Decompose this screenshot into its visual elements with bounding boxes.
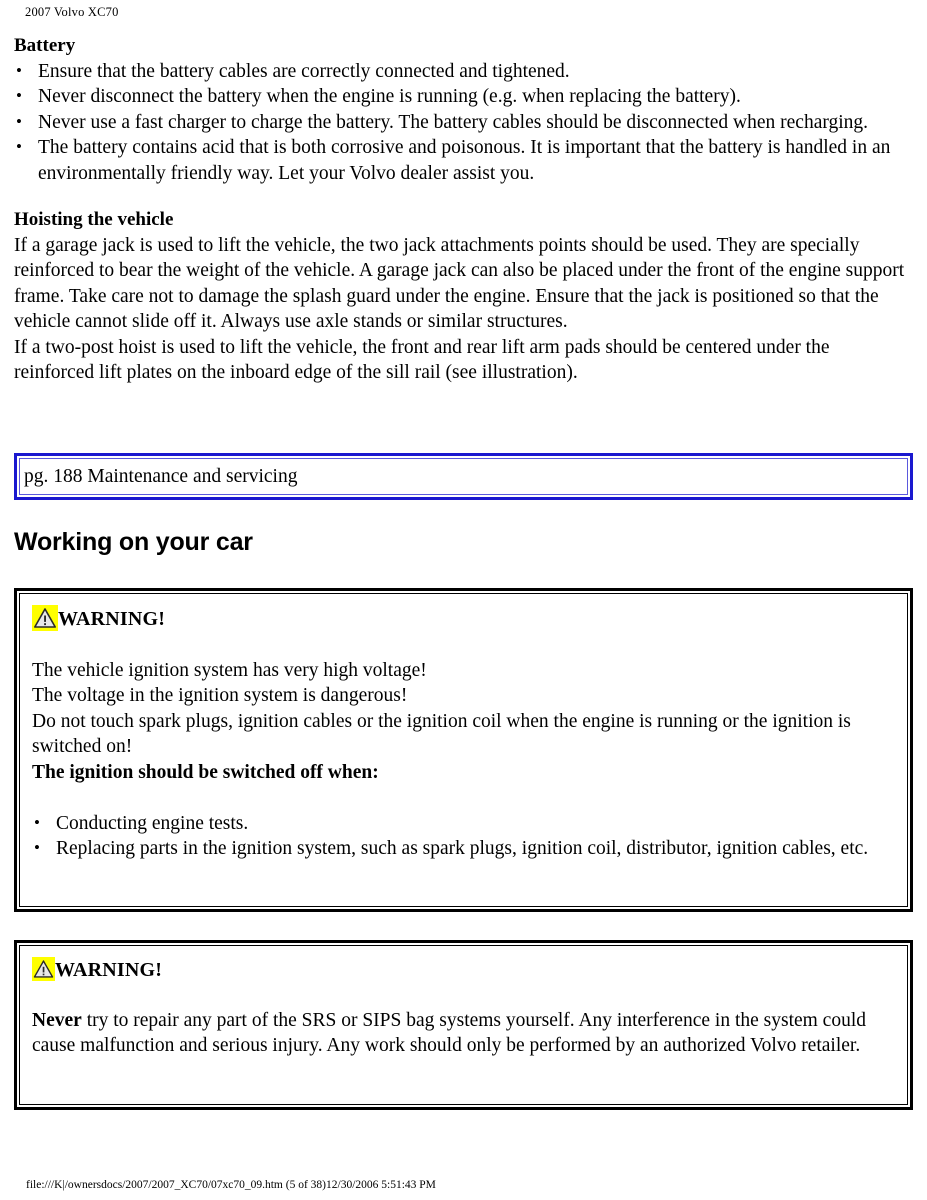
document-page: 2007 Volvo XC70 Battery Ensure that the … [0, 0, 927, 1200]
list-item: Replacing parts in the ignition system, … [32, 835, 895, 861]
list-item: Never disconnect the battery when the en… [14, 83, 913, 109]
page-reference-box-inner: pg. 188 Maintenance and servicing [19, 458, 908, 495]
warning-label: WARNING! [58, 608, 166, 630]
warning-header: WARNING! [32, 605, 895, 631]
page-reference-text: pg. 188 Maintenance and servicing [24, 465, 298, 487]
warning-header: WARNING! [32, 957, 895, 981]
document-body: Battery Ensure that the battery cables a… [14, 34, 913, 385]
page-title: Working on your car [14, 528, 253, 556]
page-running-header: 2007 Volvo XC70 [25, 5, 119, 19]
warning-triangle-icon [32, 957, 55, 981]
warning-paragraph-text: try to repair any part of the SRS or SIP… [32, 1010, 867, 1057]
list-item: Ensure that the battery cables are corre… [14, 58, 913, 84]
list-item: Never use a fast charger to charge the b… [14, 109, 913, 135]
warning-line: The voltage in the ignition system is da… [32, 685, 408, 707]
warning-spacer [32, 785, 895, 811]
hoisting-paragraph-2: If a two-post hoist is used to lift the … [14, 336, 830, 384]
list-item: Conducting engine tests. [32, 810, 895, 836]
warning-spacer [32, 631, 895, 658]
warning-emphasis-line: The ignition should be switched off when… [32, 761, 379, 783]
warning-box-srs-sips: WARNING! Never try to repair any part of… [14, 940, 913, 1110]
warning-triangle-icon [32, 605, 58, 631]
warning-body: The vehicle ignition system has very hig… [32, 658, 895, 785]
page-reference-box[interactable]: pg. 188 Maintenance and servicing [14, 453, 913, 500]
warning-paragraph: Never try to repair any part of the SRS … [32, 1008, 895, 1059]
warning-label: WARNING! [55, 959, 163, 981]
hoisting-paragraph-1: If a garage jack is used to lift the veh… [14, 235, 905, 333]
warning-body: Never try to repair any part of the SRS … [32, 1008, 895, 1059]
hoisting-section-heading: Hoisting the vehicle [14, 209, 174, 231]
warning-box-ignition: WARNING! The vehicle ignition system has… [14, 588, 913, 912]
battery-bullet-list: Ensure that the battery cables are corre… [14, 58, 913, 186]
page-footer-path: file:///K|/ownersdocs/2007/2007_XC70/07x… [26, 1179, 436, 1191]
warning-line: Do not touch spark plugs, ignition cable… [32, 710, 851, 758]
warning-lead-word: Never [32, 1010, 82, 1031]
warning-line: The vehicle ignition system has very hig… [32, 660, 427, 681]
warning-spacer [32, 981, 895, 1008]
battery-section-heading: Battery [14, 35, 76, 56]
warning-box-inner: WARNING! The vehicle ignition system has… [19, 593, 908, 907]
warning-box-inner: WARNING! Never try to repair any part of… [19, 945, 908, 1105]
list-item: The battery contains acid that is both c… [14, 134, 913, 186]
warning-bullet-list: Conducting engine tests. Replacing parts… [32, 810, 895, 862]
